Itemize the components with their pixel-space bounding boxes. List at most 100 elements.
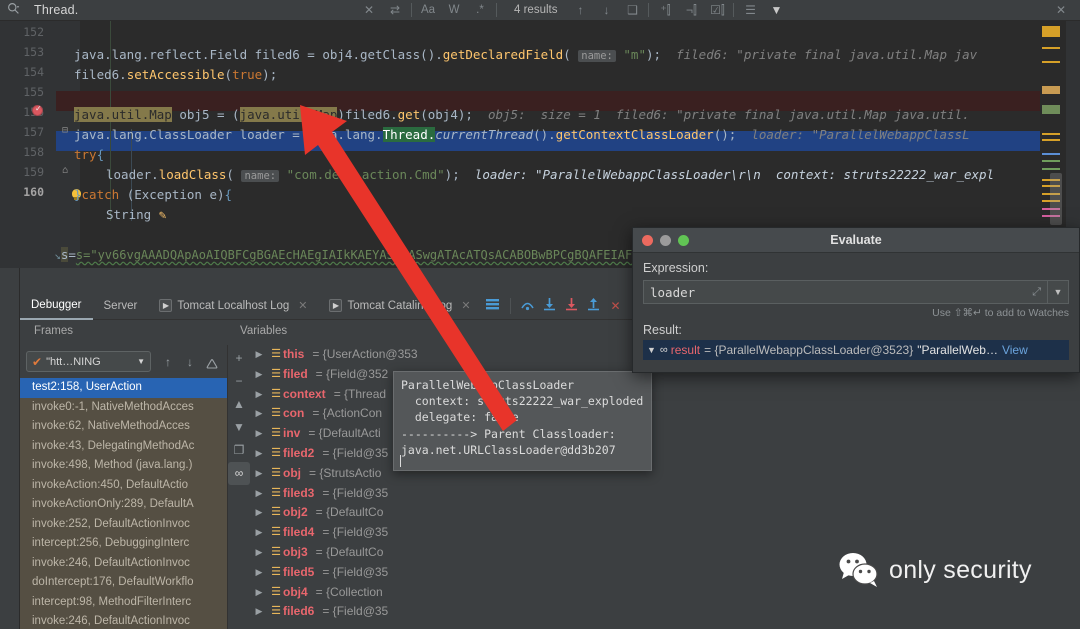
- run-icon: ▶: [159, 299, 173, 312]
- frames-list[interactable]: test2:158, UserAction invoke0:-1, Native…: [20, 378, 227, 629]
- close-search-icon[interactable]: ✕: [1048, 3, 1074, 17]
- frame-row[interactable]: invoke:498, Method (java.lang.): [20, 456, 227, 476]
- filter-icon[interactable]: ▼: [763, 3, 789, 17]
- tooltip-line: ----------> Parent Classloader:: [401, 426, 616, 441]
- frame-row[interactable]: invoke:62, NativeMethodAcces: [20, 417, 227, 437]
- tab-tomcat-catalina-log[interactable]: ▶ Tomcat Catalina Log ✕: [318, 292, 481, 320]
- expand-arrow-icon[interactable]: ▶: [250, 404, 268, 424]
- expand-arrow-icon[interactable]: ▶: [250, 424, 268, 444]
- minimize-button[interactable]: [660, 235, 671, 246]
- close-icon[interactable]: ✕: [461, 299, 470, 312]
- inline-hint: filed6: "private final java.util.Map jav: [676, 47, 978, 62]
- add-watch-icon[interactable]: +: [228, 347, 250, 370]
- frame-row[interactable]: intercept:98, MethodFilterInterc: [20, 593, 227, 613]
- copy-icon[interactable]: ❐: [228, 439, 250, 462]
- frame-row[interactable]: invoke:43, DelegatingMethodAc: [20, 437, 227, 457]
- expand-arrow-icon[interactable]: ▶: [250, 365, 268, 385]
- variable-row[interactable]: ▶ ☰ filed2 = {Field@35: [250, 444, 1080, 464]
- variable-row[interactable]: ▶ ☰ filed4 = {Field@35: [250, 523, 1080, 543]
- filter-lines-icon[interactable]: ☰: [737, 3, 763, 17]
- ide-window: Thread. ✕ ⇄ Aa W .* 4 results ↑ ↓ ❑ ⁺⫿ ¬…: [0, 0, 1080, 629]
- frames-up-icon[interactable]: ↑: [158, 355, 178, 369]
- code-line-153: filed6.setAccessible(true);: [74, 67, 278, 82]
- field-icon: ☰: [271, 367, 281, 380]
- frame-row[interactable]: invokeAction:450, DefaultActio: [20, 476, 227, 496]
- expand-arrow-icon[interactable]: ▶: [250, 444, 268, 464]
- select-occurrences-icon[interactable]: ☑⫿: [704, 3, 730, 18]
- expand-arrow-icon[interactable]: ▶: [250, 563, 268, 583]
- move-down-icon[interactable]: ▼: [228, 416, 250, 439]
- frame-row[interactable]: invoke:252, DefaultActionInvoc: [20, 515, 227, 535]
- tab-debugger[interactable]: Debugger: [20, 292, 93, 320]
- variable-row[interactable]: ▶ ☰ filed6 = {Field@35: [250, 602, 1080, 622]
- tab-tomcat-localhost-log[interactable]: ▶ Tomcat Localhost Log ✕: [148, 292, 318, 320]
- search-input[interactable]: Thread.: [26, 3, 356, 17]
- view-link[interactable]: View: [1002, 343, 1028, 357]
- move-up-icon[interactable]: ▲: [228, 393, 250, 416]
- tab-server[interactable]: Server: [93, 292, 149, 320]
- regex-icon[interactable]: .*: [467, 4, 493, 16]
- expression-row: loader ⤢ ▼: [643, 280, 1069, 304]
- minimap-thumb[interactable]: [1050, 173, 1062, 225]
- line-number: 155: [23, 85, 44, 99]
- select-all-occurrences-icon[interactable]: ❑: [619, 3, 645, 17]
- expand-arrow-icon[interactable]: ▶: [250, 345, 268, 365]
- frames-down-icon[interactable]: ↓: [180, 355, 200, 369]
- layout-icon[interactable]: [482, 298, 504, 313]
- remove-line-icon[interactable]: ¬⫿: [678, 3, 704, 18]
- result-row[interactable]: ▼ ∞ result = {ParallelWebappClassLoader@…: [643, 340, 1069, 360]
- evaluate-dialog[interactable]: Evaluate Expression: loader ⤢ ▼ Use ⇧⌘↵ …: [632, 227, 1080, 373]
- close-icon[interactable]: ✕: [298, 299, 307, 312]
- thread-selector[interactable]: ✔ "htt…NING ▼: [26, 351, 151, 372]
- frame-row[interactable]: invoke:246, DefaultActionInvoc: [20, 612, 227, 629]
- expand-editor-icon[interactable]: ⤢: [1032, 285, 1041, 299]
- force-step-into-icon[interactable]: [561, 297, 583, 314]
- frame-row[interactable]: invoke:246, DefaultActionInvoc: [20, 554, 227, 574]
- variable-row[interactable]: ▶ ☰ context = {Thread: [250, 385, 1080, 405]
- close-button[interactable]: [642, 235, 653, 246]
- search-icon[interactable]: [0, 2, 26, 18]
- expand-arrow-icon[interactable]: ▶: [250, 385, 268, 405]
- words-icon[interactable]: W: [441, 4, 467, 16]
- remove-watch-icon[interactable]: −: [228, 370, 250, 393]
- expand-arrow-icon[interactable]: ▶: [250, 503, 268, 523]
- variable-row[interactable]: ▶ ☰ inv = {DefaultActi: [250, 424, 1080, 444]
- frame-row[interactable]: doIntercept:176, DefaultWorkflo: [20, 573, 227, 593]
- frame-row[interactable]: intercept:256, DebuggingInterc: [20, 534, 227, 554]
- expand-arrow-icon[interactable]: ▶: [250, 583, 268, 603]
- variable-row[interactable]: ▶ ☰ obj = {StrutsActio: [250, 464, 1080, 484]
- close-icon[interactable]: ✕: [356, 3, 382, 17]
- maximize-button[interactable]: [678, 235, 689, 246]
- divider: [509, 297, 511, 314]
- replace-icon[interactable]: ⇄: [382, 3, 408, 17]
- step-out-icon[interactable]: [583, 297, 605, 314]
- window-controls: [642, 235, 689, 246]
- step-over-icon[interactable]: [517, 298, 539, 314]
- variable-row[interactable]: ▶ ☰ obj2 = {DefaultCo: [250, 503, 1080, 523]
- expand-arrow-icon[interactable]: ▶: [250, 523, 268, 543]
- expand-arrow-icon[interactable]: ▶: [250, 484, 268, 504]
- expand-arrow-icon[interactable]: ▶: [250, 543, 268, 563]
- expand-arrow-icon[interactable]: ▶: [250, 464, 268, 484]
- add-line-icon[interactable]: ⁺⫿: [652, 3, 678, 18]
- prev-occurrence-icon[interactable]: ↑: [567, 3, 593, 17]
- mute-breakpoints-icon[interactable]: ✕: [605, 299, 627, 313]
- variable-row[interactable]: ▶ ☰ filed3 = {Field@35: [250, 484, 1080, 504]
- expand-arrow-icon[interactable]: ▶: [250, 602, 268, 622]
- frames-filter-icon[interactable]: 🛆: [202, 355, 222, 376]
- expression-input[interactable]: loader ⤢: [643, 280, 1047, 304]
- frame-row[interactable]: invokeActionOnly:289, DefaultA: [20, 495, 227, 515]
- watches-icon[interactable]: ∞: [228, 462, 250, 485]
- variable-row[interactable]: ▶ ☰ con = {ActionCon: [250, 404, 1080, 424]
- code-line-160: String ✎: [106, 207, 167, 222]
- step-into-icon[interactable]: [539, 297, 561, 314]
- expand-arrow-icon[interactable]: ▼: [647, 345, 656, 355]
- match-case-icon[interactable]: Aa: [415, 4, 441, 16]
- code-line-159: }catch (Exception e){: [74, 187, 233, 202]
- frame-row[interactable]: test2:158, UserAction: [20, 378, 227, 398]
- next-occurrence-icon[interactable]: ↓: [593, 3, 619, 17]
- thread-label: "htt…NING: [46, 355, 101, 368]
- frame-row[interactable]: invoke0:-1, NativeMethodAcces: [20, 398, 227, 418]
- expression-history-dropdown[interactable]: ▼: [1047, 280, 1069, 304]
- tooltip-line: delegate: false: [401, 410, 519, 425]
